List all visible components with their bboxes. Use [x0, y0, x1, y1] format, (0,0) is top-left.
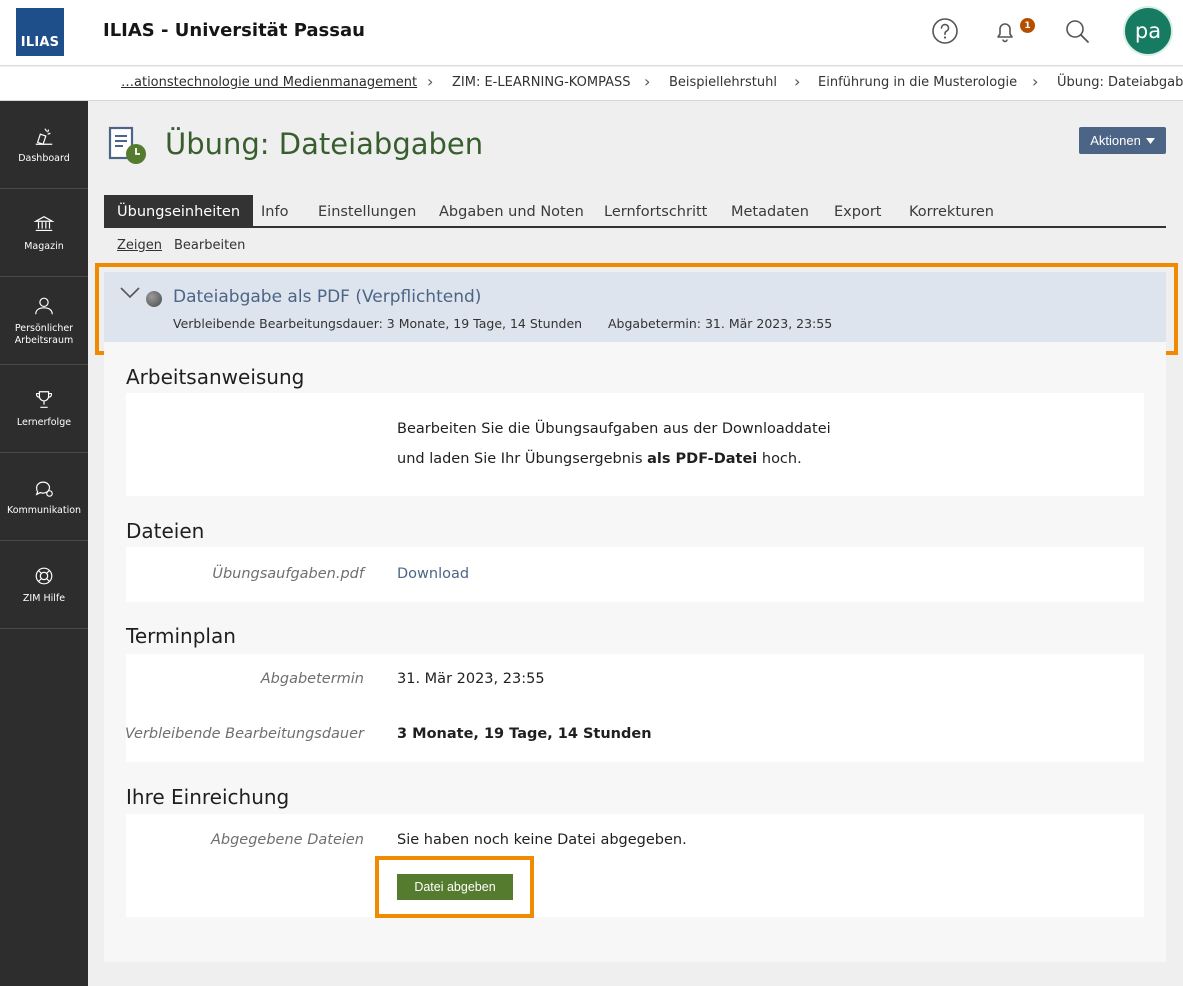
section-title-files: Dateien	[126, 519, 205, 543]
sidebar-item-magazin[interactable]: Magazin	[0, 189, 88, 277]
repository-icon	[33, 215, 55, 231]
highlight-frame	[375, 856, 534, 918]
tab-info[interactable]: Info	[248, 195, 301, 228]
instructions-line-1: Bearbeiten Sie die Übungsaufgaben aus de…	[397, 421, 831, 437]
subtab-edit[interactable]: Bearbeiten	[174, 238, 245, 253]
breadcrumb: …ationstechnologie und Medienmanagement …	[0, 67, 1183, 101]
tab-corrections[interactable]: Korrekturen	[896, 195, 1007, 228]
actions-label: Aktionen	[1090, 133, 1141, 148]
sidebar-item-help[interactable]: ZIM Hilfe	[0, 541, 88, 629]
tab-submissions-grades[interactable]: Abgaben und Noten	[426, 195, 597, 228]
deadline-label: Abgabetermin	[260, 671, 364, 687]
deadline-value: 31. Mär 2023, 23:55	[397, 671, 545, 687]
subtab-show[interactable]: Zeigen	[117, 238, 162, 253]
instructions-card	[126, 393, 1144, 496]
sidebar-item-workspace[interactable]: Persönlicher Arbeitsraum	[0, 277, 88, 365]
ilias-logo[interactable]: ILIAS	[16, 8, 64, 56]
page-title: Übung: Dateiabgaben	[165, 127, 484, 161]
breadcrumb-item-current[interactable]: Übung: Dateiabgaben	[1057, 75, 1183, 90]
sidebar-item-achievements[interactable]: Lernerfolge	[0, 365, 88, 453]
tab-learning-progress[interactable]: Lernfortschritt	[591, 195, 720, 228]
sidebar-item-label: Persönlicher Arbeitsraum	[14, 322, 74, 346]
notification-badge: 1	[1020, 18, 1035, 33]
user-avatar[interactable]: pa	[1123, 6, 1173, 56]
tab-settings[interactable]: Einstellungen	[305, 195, 429, 228]
lifebuoy-icon	[35, 567, 53, 584]
search-icon[interactable]	[1062, 16, 1092, 46]
actions-dropdown-button[interactable]: Aktionen	[1079, 127, 1166, 154]
chevron-right-icon: ›	[644, 72, 651, 91]
submission-card	[126, 814, 1144, 917]
tab-exercise-units[interactable]: Übungseinheiten	[104, 195, 254, 228]
help-icon[interactable]	[930, 16, 960, 46]
sidebar-item-label: ZIM Hilfe	[22, 592, 66, 604]
chevron-right-icon: ›	[427, 72, 434, 91]
submitted-files-label: Abgegebene Dateien	[210, 832, 364, 848]
sidebar-item-label: Lernerfolge	[16, 416, 72, 428]
breadcrumb-item[interactable]: Einführung in die Musterologie	[818, 75, 1017, 90]
app-title: ILIAS - Universität Passau	[103, 20, 365, 41]
submitted-files-value: Sie haben noch keine Datei abgegeben.	[397, 832, 687, 848]
breadcrumb-item[interactable]: ZIM: E-LEARNING-KOMPASS	[452, 75, 630, 90]
remaining-time-label: Verbleibende Bearbeitungsdauer	[124, 726, 364, 742]
notification-bell-icon[interactable]	[990, 16, 1020, 46]
section-title-schedule: Terminplan	[126, 624, 236, 648]
top-bar: ILIAS ILIAS - Universität Passau 1 pa	[0, 0, 1183, 66]
remaining-time-value: 3 Monate, 19 Tage, 14 Stunden	[397, 726, 652, 742]
chevron-right-icon: ›	[794, 72, 801, 91]
trophy-icon	[35, 390, 53, 408]
sidebar-item-communication[interactable]: Kommunikation	[0, 453, 88, 541]
instructions-text: hoch.	[757, 451, 802, 467]
dashboard-icon	[35, 127, 53, 145]
caret-down-icon	[1145, 137, 1155, 144]
instructions-line-2: und laden Sie Ihr Übungsergebnis als PDF…	[397, 451, 802, 467]
sidebar-item-label: Magazin	[24, 240, 64, 252]
tab-export[interactable]: Export	[821, 195, 894, 228]
exercise-icon	[108, 126, 146, 164]
tab-bar: Übungseinheiten Info Einstellungen Abgab…	[104, 195, 1166, 228]
chevron-right-icon: ›	[1032, 72, 1039, 91]
sidebar-item-label: Kommunikation	[6, 504, 82, 516]
breadcrumb-item[interactable]: Beispiellehrstuhl	[669, 75, 777, 90]
file-name-label: Übungsaufgaben.pdf	[212, 566, 364, 582]
tab-metadata[interactable]: Metadaten	[718, 195, 822, 228]
main-sidebar: Dashboard Magazin Persönlicher Arbeitsra…	[0, 101, 88, 986]
instructions-emphasis: als PDF-Datei	[647, 451, 758, 467]
instructions-text: und laden Sie Ihr Übungsergebnis	[397, 451, 648, 467]
sidebar-item-dashboard[interactable]: Dashboard	[0, 101, 88, 189]
breadcrumb-item[interactable]: …ationstechnologie und Medienmanagement	[121, 75, 417, 90]
section-title-submission: Ihre Einreichung	[126, 785, 290, 809]
person-icon	[35, 297, 53, 314]
sidebar-item-label: Dashboard	[18, 152, 70, 164]
download-link[interactable]: Download	[397, 566, 469, 582]
section-title-instructions: Arbeitsanweisung	[126, 365, 305, 389]
chat-icon	[35, 481, 53, 497]
